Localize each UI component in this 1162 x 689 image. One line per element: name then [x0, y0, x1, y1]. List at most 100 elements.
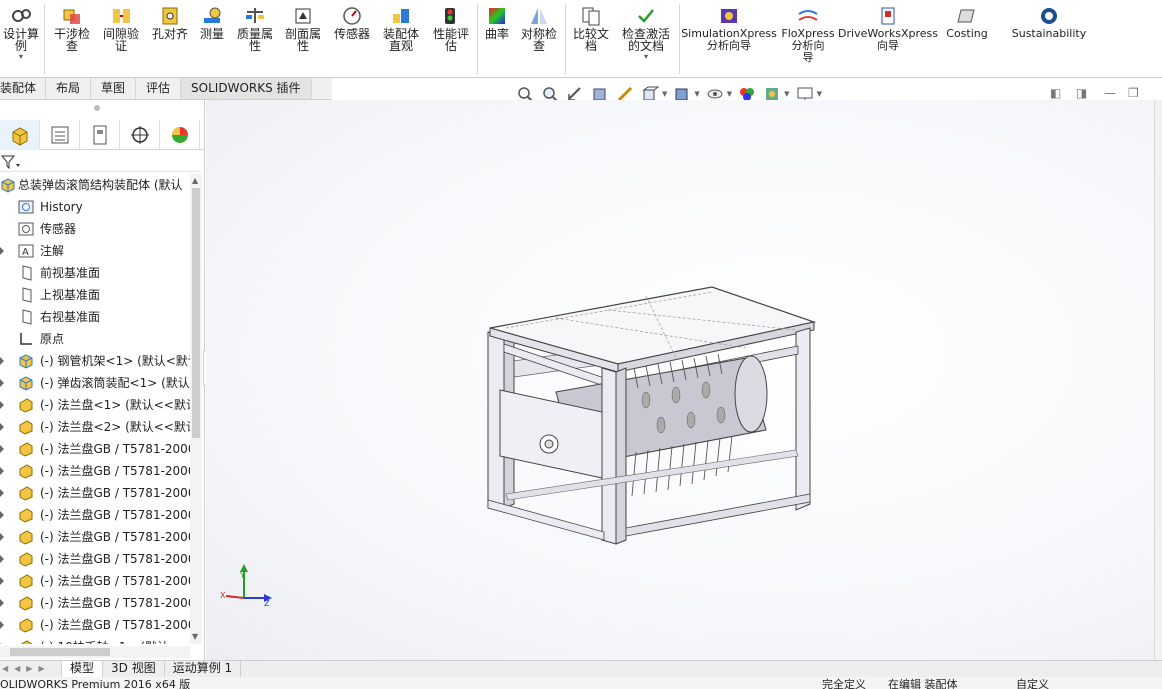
tree-item-annotations[interactable]: A 注解 — [0, 240, 190, 262]
task-pane-strip[interactable] — [1154, 100, 1162, 660]
symmetry-check-button[interactable]: 对称检 查 — [516, 6, 562, 74]
tree-item-component[interactable]: (-) 10扶禾轴<1> (默认<<默 — [0, 636, 190, 644]
tab-layout[interactable]: 布局 — [46, 78, 92, 99]
tile-left-icon[interactable]: ◧ — [1050, 86, 1061, 100]
property-manager-tab[interactable] — [40, 120, 80, 150]
dimxpert-tab[interactable] — [120, 120, 160, 150]
chevron-down-icon[interactable]: ▼ — [817, 90, 822, 98]
expand-arrow-icon[interactable] — [0, 533, 4, 541]
expand-arrow-icon[interactable] — [0, 357, 4, 365]
mass-properties-button[interactable]: 质量属 性 — [232, 6, 278, 74]
sustainability-button[interactable]: Sustainability — [1008, 6, 1090, 74]
expand-arrow-icon[interactable] — [0, 621, 4, 629]
measure-button[interactable]: 测量 — [194, 6, 230, 74]
tree-item-component[interactable]: (-) 弹齿滚筒装配<1> (默认 — [0, 372, 190, 394]
status-definition: 完全定义 — [822, 678, 866, 689]
expand-arrow-icon[interactable] — [0, 555, 4, 563]
performance-button[interactable]: 性能评 估 — [428, 6, 474, 74]
panel-grip[interactable] — [94, 105, 100, 111]
tab-solidworks-addins[interactable]: SOLIDWORKS 插件 — [181, 78, 312, 99]
chevron-down-icon[interactable]: ▼ — [727, 90, 732, 98]
tree-item-origin[interactable]: 原点 — [0, 328, 190, 350]
hole-align-button[interactable]: 孔对齐 — [148, 6, 192, 74]
tree-item-component[interactable]: (-) 法兰盘GB / T5781-2000 — [0, 592, 190, 614]
tree-filter[interactable] — [0, 152, 200, 172]
tree-item-component[interactable]: (-) 法兰盘GB / T5781-2000 — [0, 570, 190, 592]
tree-item-component[interactable]: (-) 法兰盘<2> (默认<<默认 — [0, 416, 190, 438]
tree-item-top-plane[interactable]: 上视基准面 — [0, 284, 190, 306]
tab-motion-study[interactable]: 运动算例 1 — [165, 661, 242, 677]
expand-arrow-icon[interactable] — [0, 423, 4, 431]
assembly-model[interactable]: Y X Z — [206, 100, 1154, 660]
check-active-document-button[interactable]: 检查激活 的文档 ▾ — [616, 6, 676, 74]
expand-arrow-icon[interactable] — [0, 643, 4, 644]
chevron-down-icon[interactable]: ▼ — [784, 90, 789, 98]
expand-arrow-icon[interactable] — [0, 489, 4, 497]
command-tabs: 装配体 布局 草图 评估 SOLIDWORKS 插件 — [0, 78, 332, 100]
scroll-up-icon[interactable]: ▲ — [192, 176, 198, 185]
scrollbar-thumb[interactable] — [192, 188, 200, 438]
expand-arrow-icon[interactable] — [0, 247, 4, 255]
chevron-down-icon[interactable]: ▾ — [644, 52, 648, 61]
tree-item-sensors[interactable]: 传感器 — [0, 218, 190, 240]
feature-manager-tab[interactable] — [0, 120, 40, 150]
minimize-icon[interactable]: — — [1104, 86, 1116, 100]
tree-item-component[interactable]: (-) 法兰盘GB / T5781-2000 — [0, 548, 190, 570]
simulationxpress-button[interactable]: SimulationXpress 分析向导 — [681, 6, 777, 74]
tab-sketch[interactable]: 草图 — [91, 78, 137, 99]
chevron-down-icon[interactable]: ▼ — [694, 90, 699, 98]
chevron-down-icon[interactable]: ▾ — [19, 52, 23, 61]
plane-icon — [18, 309, 34, 325]
scroll-down-icon[interactable]: ▼ — [192, 632, 198, 641]
display-manager-tab[interactable] — [160, 120, 200, 150]
expand-arrow-icon[interactable] — [0, 401, 4, 409]
tree-item-history[interactable]: History — [0, 196, 190, 218]
tile-right-icon[interactable]: ◨ — [1076, 86, 1087, 100]
expand-arrow-icon[interactable] — [0, 379, 4, 387]
tree-item-front-plane[interactable]: 前视基准面 — [0, 262, 190, 284]
status-units[interactable]: 自定义 — [1016, 677, 1049, 689]
restore-icon[interactable]: ❐ — [1128, 86, 1139, 100]
part-icon — [18, 463, 34, 479]
assembly-visualization-button[interactable]: 装配体 直观 — [378, 6, 424, 74]
tab-evaluate[interactable]: 评估 — [136, 78, 182, 99]
tree-vertical-scrollbar[interactable]: ▲ ▼ — [190, 174, 202, 644]
tree-item-right-plane[interactable]: 右视基准面 — [0, 306, 190, 328]
chevron-down-icon[interactable]: ▼ — [662, 90, 667, 98]
expand-arrow-icon[interactable] — [0, 445, 4, 453]
origin-icon — [18, 331, 34, 347]
tree-item-component[interactable]: (-) 法兰盘GB / T5781-2000 — [0, 504, 190, 526]
expand-arrow-icon[interactable] — [0, 599, 4, 607]
filter-icon[interactable] — [0, 152, 24, 172]
compare-documents-button[interactable]: 比较文 档 — [568, 6, 614, 74]
clearance-button[interactable]: 间隙验 证 — [98, 6, 144, 74]
tab-3d-view[interactable]: 3D 视图 — [103, 661, 165, 677]
section-properties-button[interactable]: 剖面属 性 — [280, 6, 326, 74]
configuration-manager-tab[interactable] — [80, 120, 120, 150]
tab-assembly[interactable]: 装配体 — [0, 78, 46, 99]
graphics-area[interactable]: Y X Z — [206, 100, 1154, 660]
interference-button[interactable]: 干涉检 查 — [50, 6, 94, 74]
performance-icon — [440, 6, 462, 26]
curvature-button[interactable]: 曲率 — [480, 6, 514, 74]
floxpress-button[interactable]: FloXpress 分析向 导 — [780, 6, 836, 74]
tree-item-component[interactable]: (-) 法兰盘GB / T5781-2000 — [0, 482, 190, 504]
tree-root-assembly[interactable]: 总装弹齿滚筒结构装配体 (默认 — [0, 174, 190, 196]
expand-arrow-icon[interactable] — [0, 577, 4, 585]
tree-item-component[interactable]: (-) 法兰盘<1> (默认<<默认 — [0, 394, 190, 416]
expand-arrow-icon[interactable] — [0, 511, 4, 519]
sensor-button[interactable]: 传感器 — [330, 6, 374, 74]
expand-arrow-icon[interactable] — [0, 467, 4, 475]
tab-model[interactable]: 模型 — [62, 661, 104, 677]
scrollbar-thumb[interactable] — [10, 648, 110, 656]
costing-button[interactable]: Costing — [940, 6, 994, 74]
tab-navigation-arrows[interactable]: ◀◀▶▶ — [0, 661, 62, 677]
design-study-button[interactable]: 设计算 例 ▾ — [0, 6, 42, 74]
tree-item-component[interactable]: (-) 法兰盘GB / T5781-2000 — [0, 526, 190, 548]
tree-item-component[interactable]: (-) 法兰盘GB / T5781-2000 — [0, 438, 190, 460]
driveworksxpress-button[interactable]: DriveWorksXpress 向导 — [838, 6, 938, 74]
tree-item-component[interactable]: (-) 法兰盘GB / T5781-2000 — [0, 460, 190, 482]
tree-item-component[interactable]: (-) 钢管机架<1> (默认<默认 — [0, 350, 190, 372]
tree-item-component[interactable]: (-) 法兰盘GB / T5781-2000 — [0, 614, 190, 636]
tree-horizontal-scrollbar[interactable] — [0, 646, 190, 658]
